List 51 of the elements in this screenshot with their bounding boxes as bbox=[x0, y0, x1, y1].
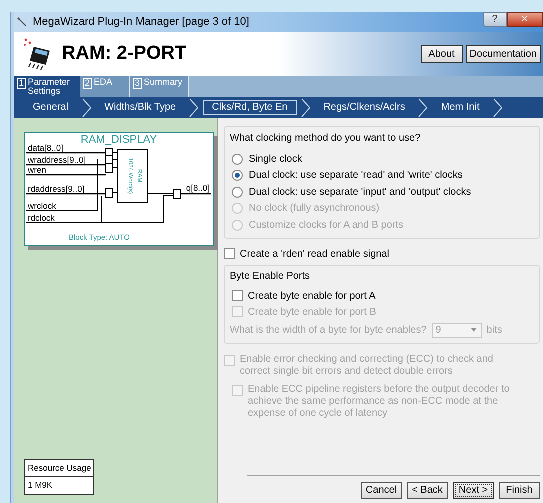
step-tab[interactable]: General bbox=[24, 100, 78, 115]
checkbox[interactable] bbox=[232, 290, 243, 300]
pin-label: q[8..0] bbox=[186, 183, 210, 193]
footer-button[interactable]: Finish bbox=[499, 482, 540, 499]
footer-button[interactable]: Cancel bbox=[361, 482, 402, 499]
radio-label: No clock (fully asynchronous) bbox=[249, 202, 380, 216]
checkbox-label: Enable ECC pipeline registers before the output decoder to achieve the same performance as non-ECC mode at the expense of one cycle of latency bbox=[248, 384, 511, 420]
chevron-icon bbox=[189, 98, 200, 118]
pin-label: wren bbox=[28, 165, 46, 175]
unit-label: bits bbox=[486, 324, 502, 338]
checkbox[interactable] bbox=[224, 248, 235, 258]
pin-label: wrclock bbox=[28, 201, 56, 211]
tab[interactable]: 1 Parameter Settings bbox=[14, 76, 80, 97]
header-button[interactable]: Documentation bbox=[466, 45, 541, 63]
symbol-title: RAM_DISPLAY bbox=[80, 134, 158, 146]
window-title: MegaWizard Plug-In Manager [page 3 of 10] bbox=[33, 14, 250, 30]
chevron-icon bbox=[82, 98, 92, 118]
radio-button[interactable] bbox=[232, 154, 243, 165]
step-tab[interactable]: Regs/Clkens/Aclrs bbox=[314, 100, 414, 115]
checkbox-label: Create byte enable for port A bbox=[248, 290, 376, 304]
radio-label: Dual clock: use separate 'input' and 'output' clocks bbox=[249, 186, 472, 200]
pin-label: rdclock bbox=[28, 213, 55, 223]
header-button[interactable]: About bbox=[420, 45, 463, 63]
checkbox-label: Create byte enable for port B bbox=[248, 306, 376, 320]
pin-label: wraddress[9..0] bbox=[28, 155, 86, 165]
footer-button[interactable]: < Back bbox=[407, 482, 448, 499]
radio-label: Dual clock: use separate 'read' and 'write' clocks bbox=[249, 169, 463, 184]
chevron-icon bbox=[492, 98, 503, 118]
field-label: What is the width of a byte for byte enables? bbox=[230, 324, 427, 338]
group-label: Byte Enable Ports bbox=[230, 270, 312, 284]
step-tab[interactable]: Widths/Blk Type bbox=[96, 100, 186, 115]
checkbox-label: Create a 'rden' read enable signal bbox=[240, 248, 390, 262]
radio-button[interactable] bbox=[232, 170, 243, 182]
step-tab[interactable]: Mem Init bbox=[432, 100, 489, 115]
pin-label: rdaddress[9..0] bbox=[28, 184, 85, 194]
help-button[interactable]: ? bbox=[483, 12, 507, 27]
page-title: RAM: 2-PORT bbox=[62, 42, 187, 66]
wizard-wand-icon bbox=[17, 17, 27, 27]
resource-usage-value: 1 M9K bbox=[27, 479, 54, 492]
radio-label: Customize clocks for A and B ports bbox=[249, 218, 404, 233]
step-tab[interactable]: Clks/Rd, Byte En bbox=[203, 100, 297, 115]
pin-label: data[8..0] bbox=[28, 143, 64, 153]
radio-label: Single clock bbox=[249, 152, 302, 167]
footer-button[interactable]: Next > bbox=[453, 482, 494, 499]
caret-icon bbox=[470, 328, 477, 332]
resource-usage-title: Resource Usage bbox=[25, 460, 93, 478]
group-label: What clocking method do you want to use? bbox=[230, 132, 422, 146]
chevron-icon bbox=[300, 98, 311, 118]
radio-button[interactable] bbox=[232, 186, 243, 198]
chevron-icon bbox=[418, 98, 428, 118]
checkbox-label: Enable error checking and correcting (ECC) to check and correct single bit errors and detect double errors bbox=[240, 354, 494, 378]
